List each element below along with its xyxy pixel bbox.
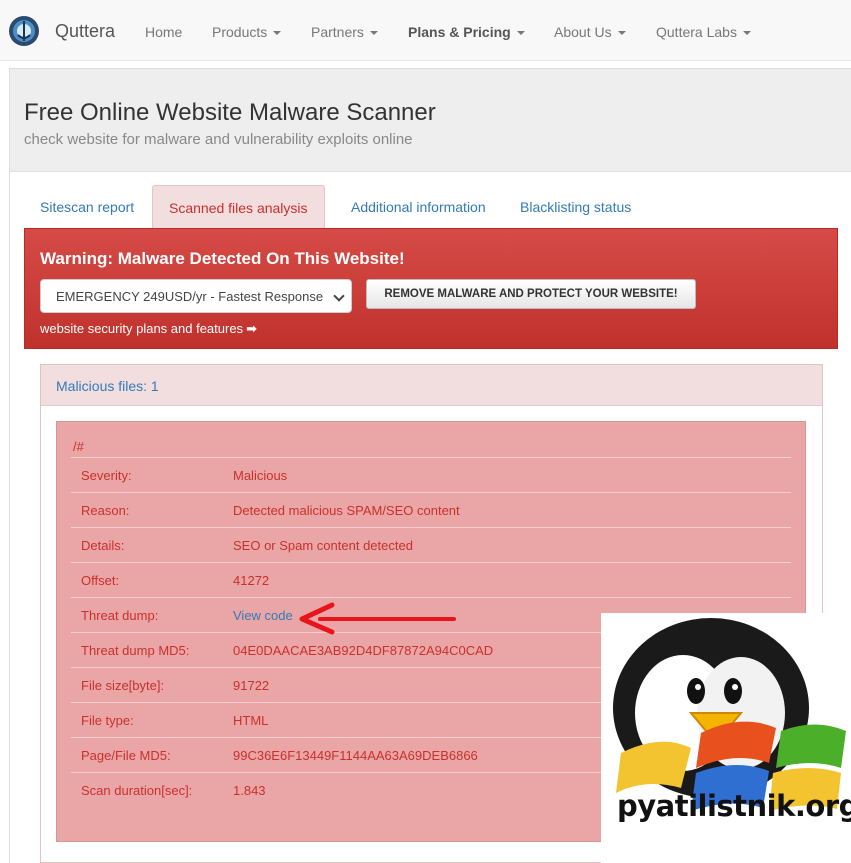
row-value: 91722: [233, 678, 270, 693]
caret-down-icon: [617, 31, 626, 36]
quttera-logo-icon[interactable]: [8, 15, 40, 47]
row-label: File type:: [81, 713, 134, 728]
security-plans-link[interactable]: website security plans and features ➡: [40, 321, 257, 337]
row-value: Detected malicious SPAM/SEO content: [233, 503, 460, 518]
row-label: File size[byte]:: [81, 678, 165, 693]
detail-row-offset: Offset: 41272: [71, 562, 791, 597]
caret-down-icon: [273, 31, 282, 36]
nav-quttera-labs[interactable]: Quttera Labs: [656, 24, 751, 40]
row-value: 04E0DAACAE3AB92D4DF87872A94C0CAD: [233, 643, 494, 658]
tab-sitescan-report[interactable]: Sitescan report: [24, 185, 150, 228]
row-value: 1.843: [233, 783, 266, 798]
nav-home[interactable]: Home: [145, 24, 182, 40]
malware-warning-banner: Warning: Malware Detected On This Websit…: [24, 228, 838, 349]
row-label: Severity:: [81, 468, 132, 483]
row-value: HTML: [233, 713, 269, 728]
arrow-right-icon: ➡: [246, 321, 257, 336]
nav-products[interactable]: Products: [212, 24, 282, 40]
caret-down-icon: [742, 31, 751, 36]
row-label: Page/File MD5:: [81, 748, 171, 763]
nav-about-us[interactable]: About Us: [554, 24, 626, 40]
remove-malware-button[interactable]: REMOVE MALWARE AND PROTECT YOUR WEBSITE!: [366, 279, 696, 309]
tab-scanned-files-analysis[interactable]: Scanned files analysis: [152, 185, 325, 228]
malicious-files-count[interactable]: Malicious files: 1: [56, 378, 159, 394]
detail-row-severity: Severity: Malicious: [71, 457, 791, 492]
annotation-arrow-icon: [299, 602, 456, 635]
brand-name[interactable]: Quttera: [55, 21, 115, 42]
row-value: 41272: [233, 573, 270, 588]
watermark-logo: pyatilistnik.org: [601, 613, 851, 863]
navbar: Quttera Home Products Partners Plans & P…: [0, 0, 851, 61]
view-code-link[interactable]: View code: [233, 608, 293, 623]
row-label: Reason:: [81, 503, 130, 518]
row-label: Threat dump:: [81, 608, 159, 623]
nav-plans-pricing[interactable]: Plans & Pricing: [408, 24, 525, 40]
row-label: Threat dump MD5:: [81, 643, 190, 658]
row-value: SEO or Spam content detected: [233, 538, 413, 553]
page-subtitle: check website for malware and vulnerabil…: [24, 131, 413, 148]
detail-row-details: Details: SEO or Spam content detected: [71, 527, 791, 562]
page-header: Free Online Website Malware Scanner chec…: [10, 69, 851, 172]
file-path: /#: [73, 439, 84, 454]
nav-partners[interactable]: Partners: [311, 24, 378, 40]
plan-select[interactable]: EMERGENCY 249USD/yr - Fastest Response: [40, 279, 352, 313]
plan-select-value: EMERGENCY 249USD/yr - Fastest Response: [56, 289, 324, 304]
warning-title: Warning: Malware Detected On This Websit…: [40, 249, 405, 268]
penguin-logo-icon: [613, 618, 846, 811]
caret-down-icon: [369, 31, 378, 36]
row-value: Malicious: [233, 468, 288, 483]
tab-additional-information[interactable]: Additional information: [335, 185, 502, 228]
watermark-text: pyatilistnik.org: [617, 789, 851, 823]
row-label: Scan duration[sec]:: [81, 783, 193, 798]
row-label: Details:: [81, 538, 125, 553]
chevron-down-icon: [333, 290, 345, 302]
row-value: 99C36E6F13449F1144AA63A69DEB6866: [233, 748, 478, 763]
caret-down-icon: [516, 31, 525, 36]
malicious-files-header[interactable]: Malicious files: 1: [41, 365, 822, 406]
tab-blacklisting-status[interactable]: Blacklisting status: [504, 185, 647, 228]
row-label: Offset:: [81, 573, 120, 588]
page-title: Free Online Website Malware Scanner: [24, 99, 436, 126]
detail-row-reason: Reason: Detected malicious SPAM/SEO cont…: [71, 492, 791, 527]
